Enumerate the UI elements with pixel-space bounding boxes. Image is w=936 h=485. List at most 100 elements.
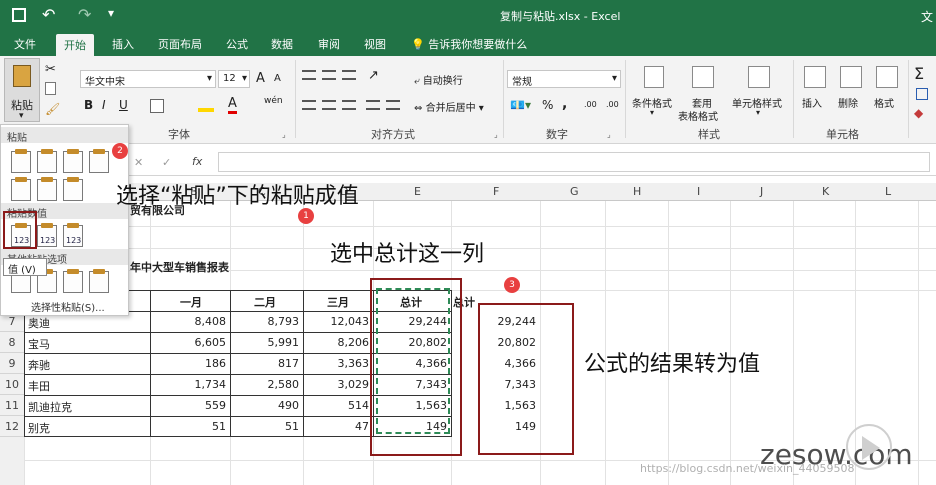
cell-styles-button[interactable]: 单元格样式 ▾ [730,62,788,124]
wrap-text-button[interactable]: ⤶ 自动换行 [414,72,463,87]
header-cell-mar[interactable]: 三月 [327,290,349,311]
cell-mar[interactable]: 3,363 [304,353,373,374]
alignment-dialog-launcher-icon[interactable]: ⌟ [494,130,498,139]
cell-mar[interactable]: 8,206 [304,332,373,353]
enter-button[interactable]: ✓ [162,156,171,169]
formula-input[interactable] [218,152,930,172]
paste-formulas-icon[interactable] [37,149,57,173]
cell-feb[interactable]: 5,991 [231,332,303,353]
italic-button[interactable]: I [102,98,106,112]
cell-feb[interactable]: 2,580 [231,374,303,395]
paste-special-item[interactable]: 选择性粘贴(S)... [31,299,105,314]
header-cell-feb[interactable]: 二月 [254,290,276,311]
report-title-cell[interactable]: 年中大型车销售报表 [130,259,229,275]
number-format-select[interactable]: 常规 ▾ [507,70,621,88]
tab-data[interactable]: 数据 [271,36,293,52]
percent-style-button[interactable]: % [542,98,553,112]
decrease-decimal-button[interactable]: .00 [606,100,619,109]
column-header-k[interactable]: K [822,185,829,198]
cell-mar[interactable]: 12,043 [304,311,373,332]
paste-values-source-format-icon[interactable]: 123 [63,223,83,247]
column-header-h[interactable]: H [633,185,641,198]
no-borders-icon[interactable] [11,177,31,201]
align-left-icon[interactable] [302,100,316,110]
linked-picture-icon[interactable] [89,269,109,293]
increase-decimal-button[interactable]: .00 [584,100,597,109]
row-header-12[interactable]: 12 [0,416,24,437]
cell-name[interactable]: 丰田 [28,374,148,395]
font-color-icon[interactable]: A [228,96,237,114]
paste-button[interactable]: 粘贴 ▾ [4,58,40,122]
format-painter-icon[interactable]: 🖌 [45,102,60,116]
cell-name[interactable]: 别克 [28,416,148,437]
cell-jan[interactable]: 6,605 [151,332,230,353]
format-as-table-button[interactable]: 套用 表格格式 [678,62,730,124]
row-header-10[interactable]: 10 [0,374,24,395]
row-header-9[interactable]: 9 [0,353,24,374]
bold-button[interactable]: B [84,98,93,112]
column-header-f[interactable]: F [493,185,499,198]
align-top-icon[interactable] [302,70,316,80]
keep-source-formatting-icon[interactable] [89,149,109,173]
row-header-8[interactable]: 8 [0,332,24,353]
underline-button[interactable]: U [119,98,128,112]
insert-cells-button[interactable]: 插入 [798,62,832,124]
format-cells-button[interactable]: 格式 [870,62,904,124]
cell-name[interactable]: 奔驰 [28,353,148,374]
conditional-format-button[interactable]: 条件格式 ▾ [630,62,678,124]
font-dialog-launcher-icon[interactable]: ⌟ [282,130,286,139]
accounting-format-icon[interactable]: 💶▾ [510,98,531,112]
row-header-11[interactable]: 11 [0,395,24,416]
paste-icon[interactable] [11,149,31,173]
tab-review[interactable]: 审阅 [318,36,340,52]
phonetic-icon[interactable]: wén [264,96,283,106]
transpose-icon[interactable] [63,177,83,201]
paste-picture-icon[interactable] [63,269,83,293]
font-name-select[interactable]: 华文中宋 ▾ [80,70,216,88]
tab-file[interactable]: 文件 [14,36,36,52]
comma-style-button[interactable]: , [562,96,567,112]
cell-feb[interactable]: 490 [231,395,303,416]
user-account[interactable]: 文 [921,8,933,25]
cell-feb[interactable]: 8,793 [231,311,303,332]
header-cell-jan[interactable]: 一月 [180,290,202,311]
paste-values-number-format-icon[interactable]: 123 [37,223,57,247]
undo-icon[interactable]: ↶ [42,5,55,24]
fill-color-icon[interactable] [198,98,214,112]
tab-page-layout[interactable]: 页面布局 [158,36,202,52]
keep-column-widths-icon[interactable] [37,177,57,201]
cell-jan[interactable]: 186 [151,353,230,374]
increase-indent-icon[interactable] [386,100,400,110]
cell-jan[interactable]: 559 [151,395,230,416]
paste-formulas-number-format-icon[interactable] [63,149,83,173]
cell-jan[interactable]: 8,408 [151,311,230,332]
tell-me-box[interactable]: 💡 告诉我你想要做什么 [411,36,527,52]
shrink-font-icon[interactable]: A [274,73,281,84]
column-header-e[interactable]: E [414,185,421,198]
align-right-icon[interactable] [342,100,356,110]
font-size-select[interactable]: 12 ▾ [218,70,250,88]
merge-center-button[interactable]: ⇔ 合并后居中 ▾ [414,99,484,114]
redo-icon[interactable]: ↷ [78,5,91,24]
column-header-g[interactable]: G [570,185,579,198]
align-bottom-icon[interactable] [342,70,356,80]
autosum-button[interactable]: Σ [914,64,924,83]
cell-mar[interactable]: 3,029 [304,374,373,395]
decrease-indent-icon[interactable] [366,100,380,110]
tab-formulas[interactable]: 公式 [226,36,248,52]
tab-home[interactable]: 开始 [56,34,94,56]
copy-icon[interactable] [45,82,56,95]
align-middle-icon[interactable] [322,70,336,80]
save-icon[interactable] [12,8,26,22]
column-header-l[interactable]: L [885,185,891,198]
number-dialog-launcher-icon[interactable]: ⌟ [607,130,611,139]
insert-function-button[interactable]: fx [192,155,202,168]
customize-quick-access-icon[interactable]: ▾ [108,6,114,20]
column-header-i[interactable]: I [697,185,700,198]
cell-mar[interactable]: 47 [304,416,373,437]
cell-jan[interactable]: 1,734 [151,374,230,395]
cell-name[interactable]: 宝马 [28,332,148,353]
delete-cells-button[interactable]: 删除 [834,62,868,124]
tab-view[interactable]: 视图 [364,36,386,52]
cut-icon[interactable]: ✂ [45,62,56,77]
